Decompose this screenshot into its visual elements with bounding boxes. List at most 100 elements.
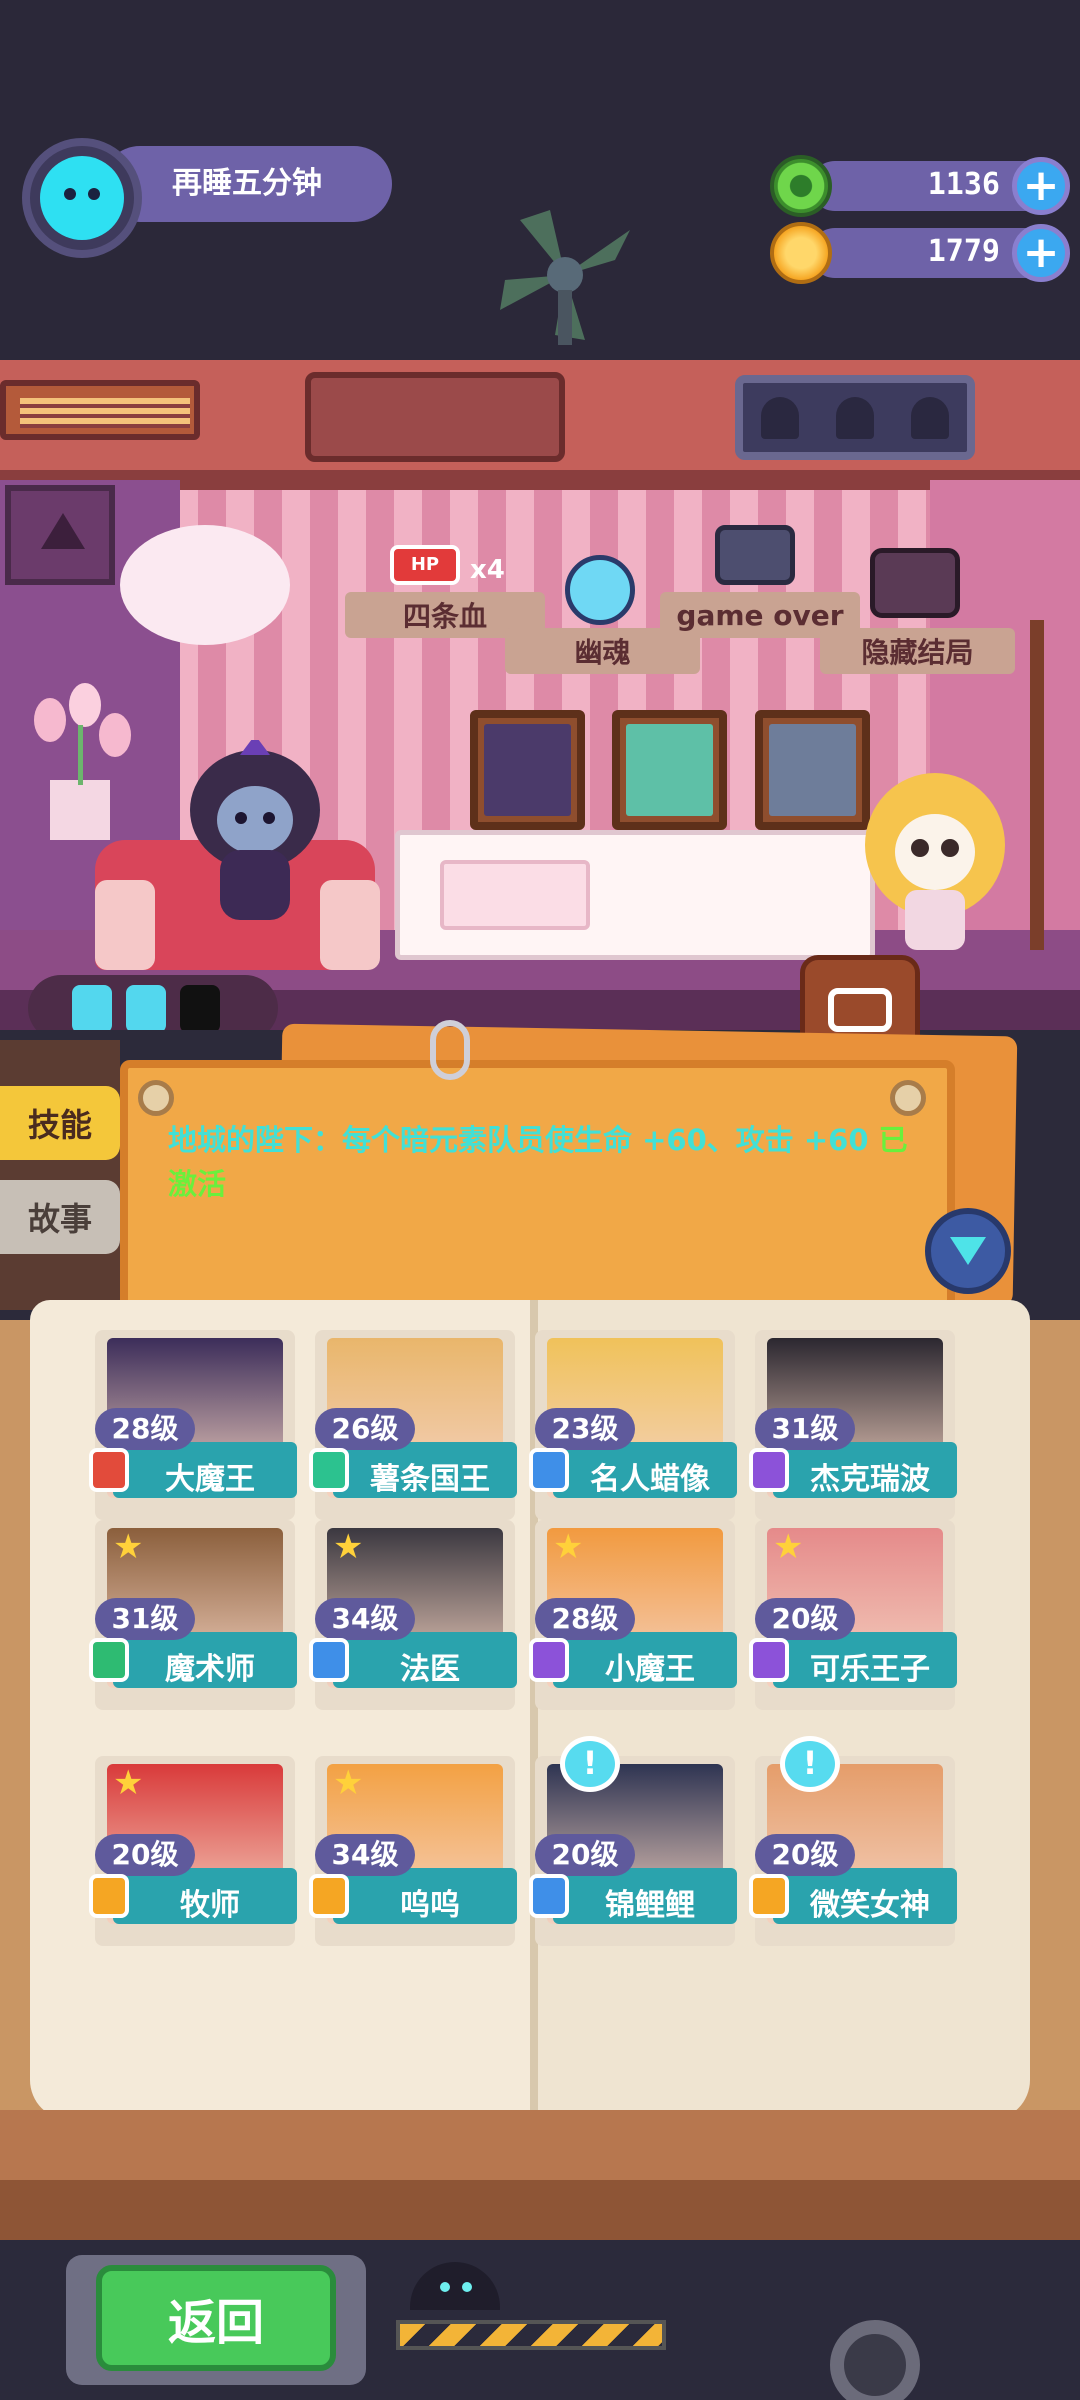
character-level: 28级	[535, 1598, 635, 1640]
ghost-icon	[835, 396, 874, 439]
character-card[interactable]: 杰克瑞波 31级	[749, 1330, 957, 1540]
gem-counter: 1136 +	[770, 155, 1070, 217]
skull-icon	[565, 555, 635, 625]
character-level: 31级	[755, 1408, 855, 1450]
skill-text: 地城的陛下：每个暗元素队员使生命 +60、攻击 +60	[168, 1123, 869, 1157]
element-icon	[309, 1874, 349, 1918]
filter-button[interactable]	[925, 1208, 1011, 1294]
character-level: 34级	[315, 1834, 415, 1876]
gem-icon	[770, 155, 832, 217]
skull-girl-character[interactable]	[860, 770, 1010, 960]
add-coins-button[interactable]: +	[1012, 224, 1070, 282]
paperclip-icon	[430, 1020, 470, 1080]
character-card[interactable]: ★ 呜呜 34级	[309, 1756, 517, 1966]
tombstone-tv-icon	[715, 525, 795, 585]
element-icon	[89, 1638, 129, 1682]
character-level: 28级	[95, 1408, 195, 1450]
character-name: 魔术师	[165, 1652, 255, 1687]
character-name: 杰克瑞波	[810, 1462, 930, 1497]
alert-icon: !	[560, 1736, 620, 1792]
player-profile[interactable]: 再睡五分钟	[22, 138, 392, 258]
ending-label: game over	[676, 598, 844, 632]
element-icon	[749, 1874, 789, 1918]
coin-amount: 1779	[927, 234, 1000, 269]
tulip-vase-icon	[34, 683, 131, 840]
character-name: 小魔王	[605, 1652, 695, 1687]
character-level: 34级	[315, 1598, 415, 1640]
star-icon: ★	[113, 1763, 144, 1803]
character-name: 微笑女神	[810, 1888, 930, 1923]
character-level: 31级	[95, 1598, 195, 1640]
sofa-arm	[95, 880, 155, 970]
desk-drawer	[440, 860, 590, 930]
character-card[interactable]: 大魔王 28级	[89, 1330, 297, 1540]
character-name: 名人蜡像	[590, 1462, 710, 1497]
chat-bubble-icon	[828, 988, 892, 1032]
character-level: 20级	[95, 1834, 195, 1876]
triangle-sign-icon	[5, 485, 115, 585]
character-card[interactable]: ★ 法医 34级	[309, 1520, 517, 1730]
star-icon: ★	[553, 1527, 584, 1567]
character-name: 大魔王	[165, 1462, 255, 1497]
character-name: 呜呜	[400, 1888, 460, 1923]
ghost-display	[735, 375, 975, 460]
character-card[interactable]: 名人蜡像 23级	[529, 1330, 737, 1540]
character-card[interactable]: ! 锦鲤鲤 20级	[529, 1736, 737, 1966]
tab-story[interactable]: 故事	[0, 1180, 120, 1254]
ending-hidden[interactable]: 隐藏结局	[820, 628, 1015, 674]
element-icon	[749, 1448, 789, 1492]
character-card[interactable]: ★ 牧师 20级	[89, 1756, 297, 1966]
player-avatar[interactable]	[22, 138, 142, 258]
skill-description: 地城的陛下：每个暗元素队员使生命 +60、攻击 +60 已激活	[168, 1118, 908, 1206]
coin-icon	[770, 222, 832, 284]
portrait-frame	[755, 710, 870, 830]
character-card[interactable]: ! 微笑女神 20级	[749, 1736, 957, 1966]
ceiling-fan-icon	[500, 210, 630, 345]
character-level: 20级	[755, 1598, 855, 1640]
pin-icon	[138, 1080, 174, 1116]
cat-face-icon	[40, 156, 124, 240]
book-edge	[0, 2180, 1080, 2240]
character-level: 23级	[535, 1408, 635, 1450]
player-name: 再睡五分钟	[172, 166, 322, 201]
star-icon: ★	[333, 1527, 364, 1567]
character-level: 26级	[315, 1408, 415, 1450]
element-icon	[309, 1638, 349, 1682]
filter-icon	[950, 1237, 986, 1265]
tab-skill[interactable]: 技能	[0, 1086, 120, 1160]
bookshelf-side	[0, 1040, 120, 1310]
charge-full-icon	[126, 985, 166, 1033]
portrait-frame	[470, 710, 585, 830]
ghost-icon	[761, 396, 800, 439]
character-name: 牧师	[180, 1888, 240, 1923]
ending-label: 四条血	[402, 600, 487, 633]
element-icon	[529, 1874, 569, 1918]
character-card[interactable]: ★ 可乐王子 20级	[749, 1520, 957, 1730]
star-icon: ★	[773, 1527, 804, 1567]
character-name: 法医	[400, 1652, 460, 1687]
character-card[interactable]: ★ 魔术师 31级	[89, 1520, 297, 1730]
hp-count-badge: x4	[470, 555, 505, 585]
demon-king-character[interactable]	[165, 740, 345, 930]
tape-player-decoration	[305, 372, 565, 462]
hazard-stripe	[396, 2320, 666, 2350]
back-button[interactable]: 返回	[96, 2265, 336, 2371]
charge-full-icon	[72, 985, 112, 1033]
element-icon	[529, 1638, 569, 1682]
coat-rack	[1030, 620, 1044, 950]
ending-label: 隐藏结局	[861, 636, 974, 669]
add-gems-button[interactable]: +	[1012, 157, 1070, 215]
ending-label: 幽魂	[574, 636, 631, 669]
fluffy-lamp	[120, 525, 290, 645]
star-icon: ★	[333, 1763, 364, 1803]
element-icon	[529, 1448, 569, 1492]
character-name: 薯条国王	[370, 1462, 490, 1497]
radio-grille	[20, 398, 190, 428]
hidden-ending-tv-icon	[870, 548, 960, 618]
character-name: 锦鲤鲤	[605, 1888, 695, 1923]
character-card[interactable]: 薯条国王 26级	[309, 1330, 517, 1540]
character-level: 20级	[535, 1834, 635, 1876]
charge-empty-icon	[180, 985, 220, 1033]
character-card[interactable]: ★ 小魔王 28级	[529, 1520, 737, 1730]
coin-counter: 1779 +	[770, 222, 1070, 284]
